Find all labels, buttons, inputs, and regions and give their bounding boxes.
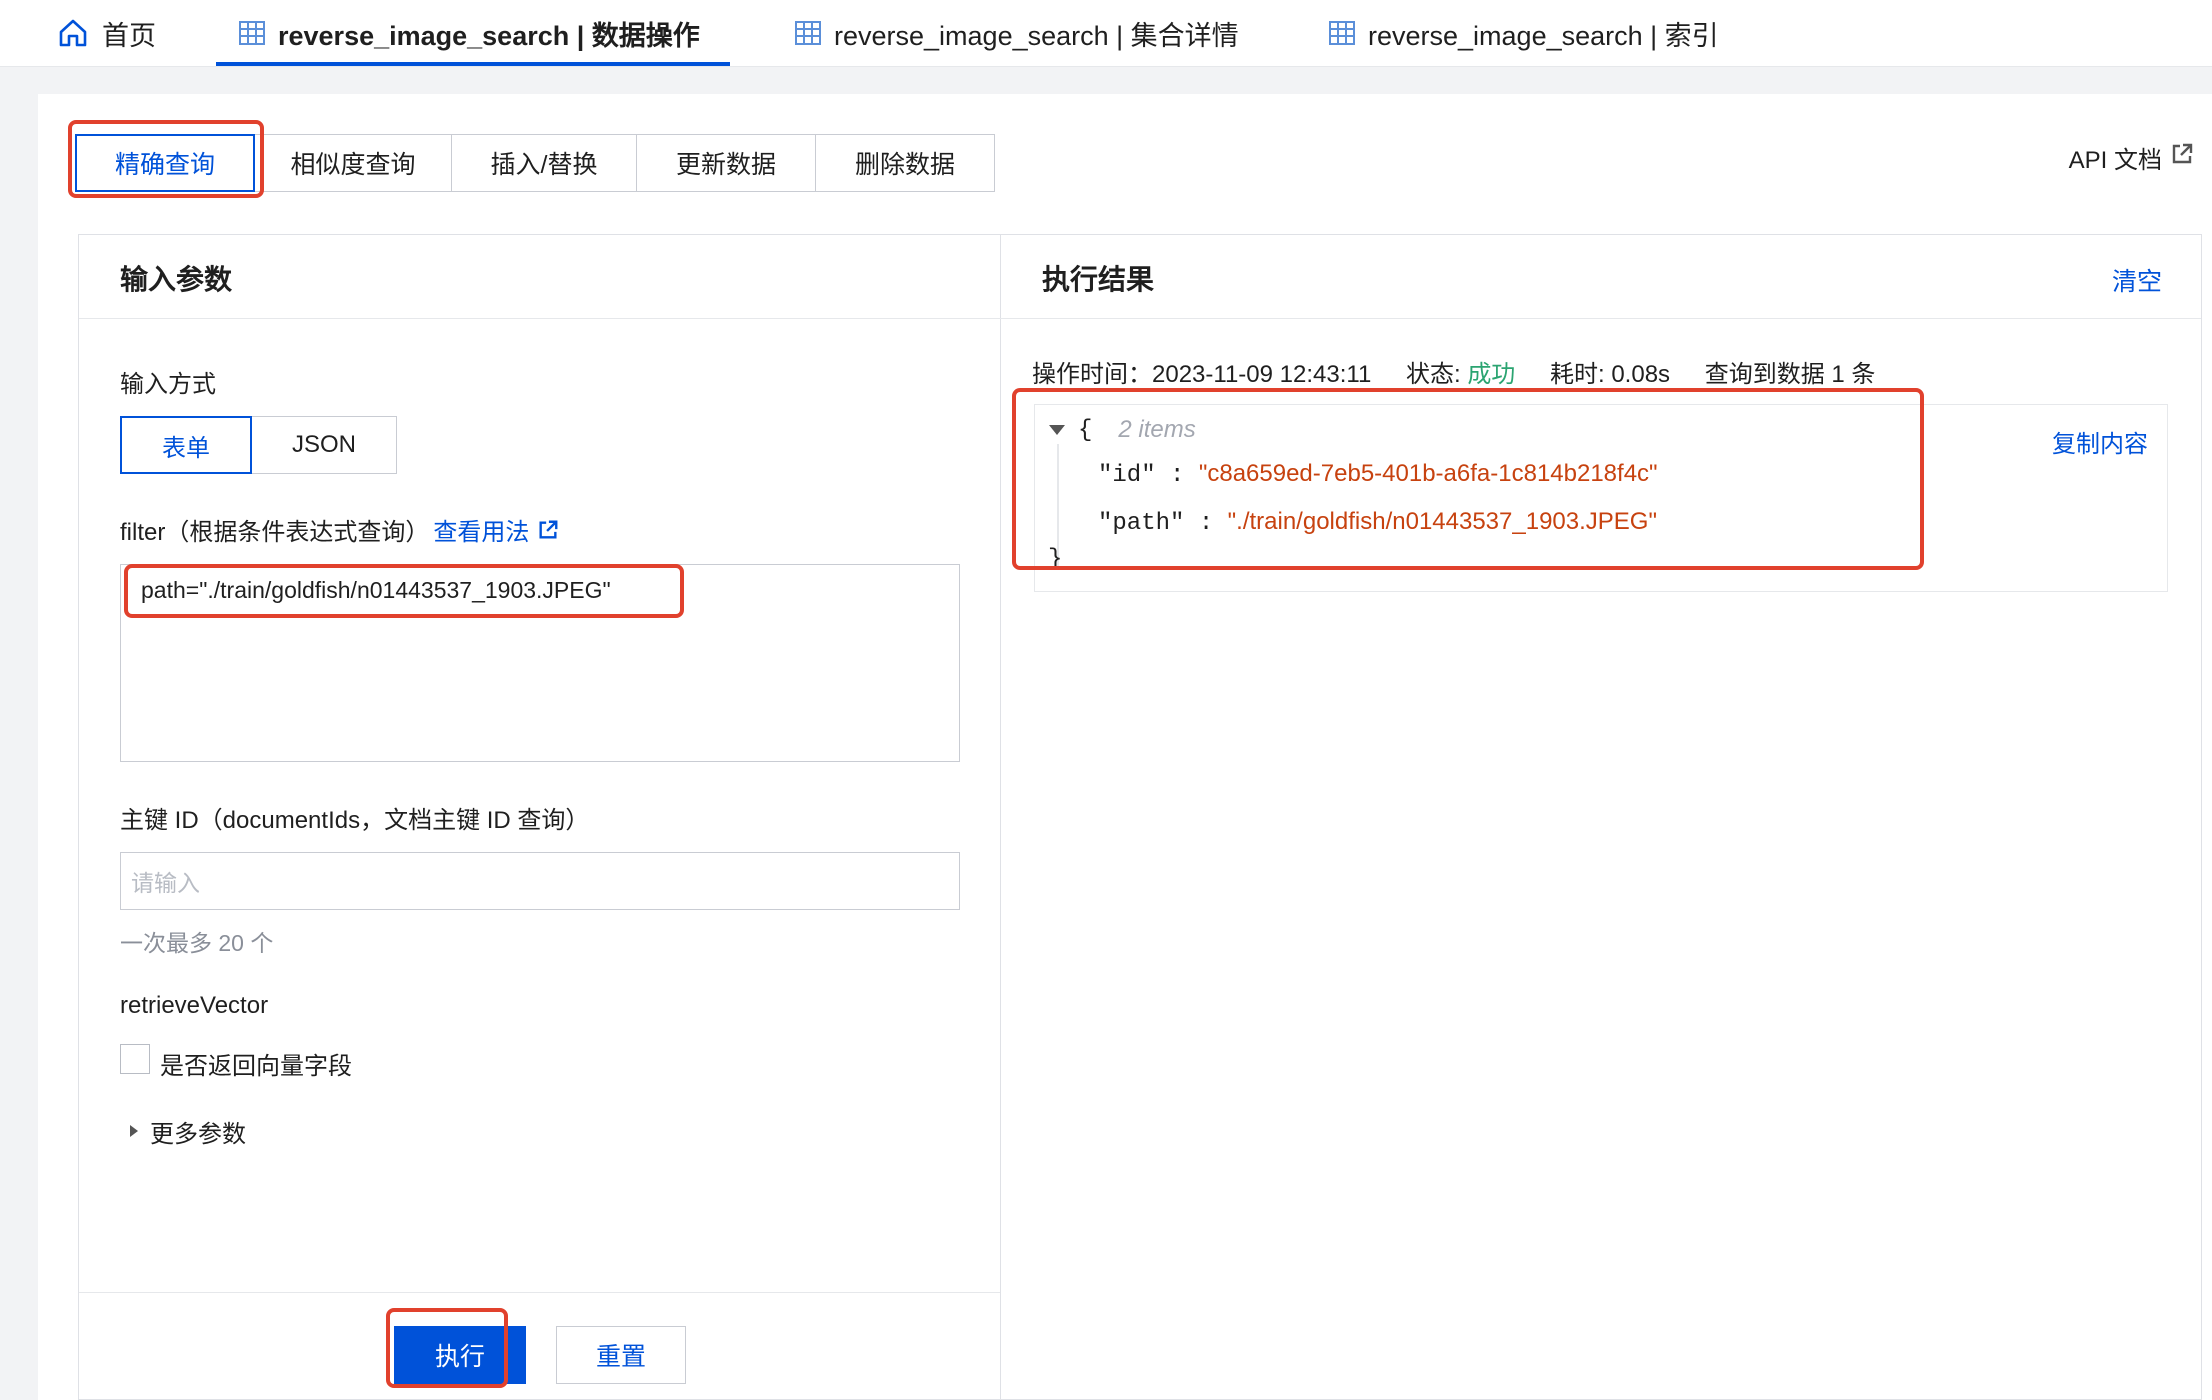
- status-value: 成功: [1467, 361, 1516, 388]
- op-time-label: 操作时间：: [1032, 361, 1152, 388]
- panel-divider: [1000, 235, 1001, 1400]
- page-tab-home[interactable]: 首页: [56, 0, 156, 66]
- operation-tabs: 精确查询 相似度查询 插入/替换 更新数据 删除数据: [75, 134, 995, 192]
- json-root-line: { 2 items: [1048, 416, 1196, 444]
- copy-content-link[interactable]: 复制内容: [2052, 424, 2148, 459]
- filter-help-link[interactable]: 查看用法: [433, 512, 529, 547]
- document-ids-input[interactable]: 请输入: [120, 852, 960, 910]
- json-key: "path": [1098, 510, 1185, 537]
- input-mode-label: 输入方式: [120, 371, 216, 398]
- page-tab-label: reverse_image_search | 数据操作: [278, 20, 700, 51]
- input-footer-divider: [79, 1292, 1000, 1293]
- json-item-count: 2 items: [1118, 416, 1196, 443]
- filter-value: path="./train/goldfish/n01443537_1903.JP…: [141, 577, 611, 603]
- found-count: 查询到数据 1 条: [1704, 361, 1876, 388]
- more-params-label: 更多参数: [150, 1121, 246, 1148]
- input-panel-title: 输入参数: [120, 264, 233, 295]
- more-params-toggle[interactable]: 更多参数: [128, 1114, 246, 1149]
- panel-header-divider: [79, 318, 2201, 319]
- execute-button[interactable]: 执行: [394, 1326, 526, 1384]
- active-tab-indicator: [216, 62, 730, 66]
- api-doc-label: API 文档: [2068, 147, 2162, 174]
- filter-label: filter（根据条件表达式查询）: [120, 519, 430, 546]
- clear-link[interactable]: 清空: [2112, 262, 2162, 298]
- json-close-brace: }: [1048, 546, 1063, 573]
- table-icon: [238, 19, 266, 47]
- status-label: 状态:: [1405, 361, 1461, 388]
- retrieve-vector-checkbox-label[interactable]: 是否返回向量字段: [160, 1046, 352, 1081]
- tab-exact-query[interactable]: 精确查询: [75, 134, 255, 192]
- table-icon: [794, 19, 822, 47]
- page-tab-label: reverse_image_search | 集合详情: [834, 20, 1239, 51]
- json-field-row: "path" : "./train/goldfish/n01443537_190…: [1098, 508, 1657, 537]
- page-tab-collection-detail[interactable]: reverse_image_search | 集合详情: [794, 0, 1239, 66]
- table-icon: [1328, 19, 1356, 47]
- json-result-viewer: [1034, 404, 2168, 592]
- caret-right-icon: [128, 1118, 140, 1146]
- page-tab-label: 首页: [102, 20, 156, 51]
- json-value: "./train/goldfish/n01443537_1903.JPEG": [1227, 508, 1657, 535]
- op-time-value: 2023-11-09 12:43:11: [1152, 361, 1372, 388]
- external-link-icon: [2170, 142, 2194, 173]
- external-link-icon: [537, 519, 559, 541]
- input-mode-form[interactable]: 表单: [120, 416, 252, 474]
- retrieve-vector-label: retrieveVector: [120, 992, 269, 1019]
- json-field-row: "id" : "c8a659ed-7eb5-401b-a6fa-1c814b21…: [1098, 460, 1658, 489]
- home-icon: [56, 16, 90, 50]
- tab-update-data[interactable]: 更新数据: [636, 134, 816, 192]
- api-doc-link[interactable]: API 文档: [2069, 140, 2194, 175]
- result-panel-title: 执行结果: [1042, 264, 1155, 295]
- page-tab-index[interactable]: reverse_image_search | 索引: [1328, 0, 1719, 66]
- tab-similarity-query[interactable]: 相似度查询: [254, 134, 452, 192]
- filter-label-row: filter（根据条件表达式查询） 查看用法: [120, 512, 559, 547]
- caret-down-icon[interactable]: [1048, 417, 1066, 444]
- result-meta: 操作时间：2023-11-09 12:43:11 状态: 成功 耗时: 0.08…: [1032, 354, 1875, 389]
- page-tab-label: reverse_image_search | 索引: [1368, 20, 1719, 51]
- json-open-brace: {: [1078, 416, 1093, 444]
- reset-button[interactable]: 重置: [556, 1326, 686, 1384]
- json-key: "id": [1098, 462, 1156, 489]
- document-ids-hint: 一次最多 20 个: [120, 930, 274, 956]
- input-mode-switch: 表单 JSON: [120, 416, 397, 474]
- duration-label: 耗时:: [1549, 361, 1605, 388]
- input-mode-json[interactable]: JSON: [251, 416, 397, 474]
- document-ids-placeholder: 请输入: [131, 870, 200, 896]
- page-tab-data-operation[interactable]: reverse_image_search | 数据操作: [238, 0, 700, 66]
- document-ids-label: 主键 ID（documentIds，文档主键 ID 查询）: [120, 807, 590, 834]
- tab-delete-data[interactable]: 删除数据: [815, 134, 995, 192]
- json-value: "c8a659ed-7eb5-401b-a6fa-1c814b218f4c": [1198, 460, 1658, 487]
- retrieve-vector-checkbox[interactable]: [120, 1044, 150, 1074]
- tab-insert-replace[interactable]: 插入/替换: [451, 134, 637, 192]
- filter-textarea[interactable]: path="./train/goldfish/n01443537_1903.JP…: [120, 564, 960, 762]
- duration-value: 0.08s: [1611, 361, 1671, 388]
